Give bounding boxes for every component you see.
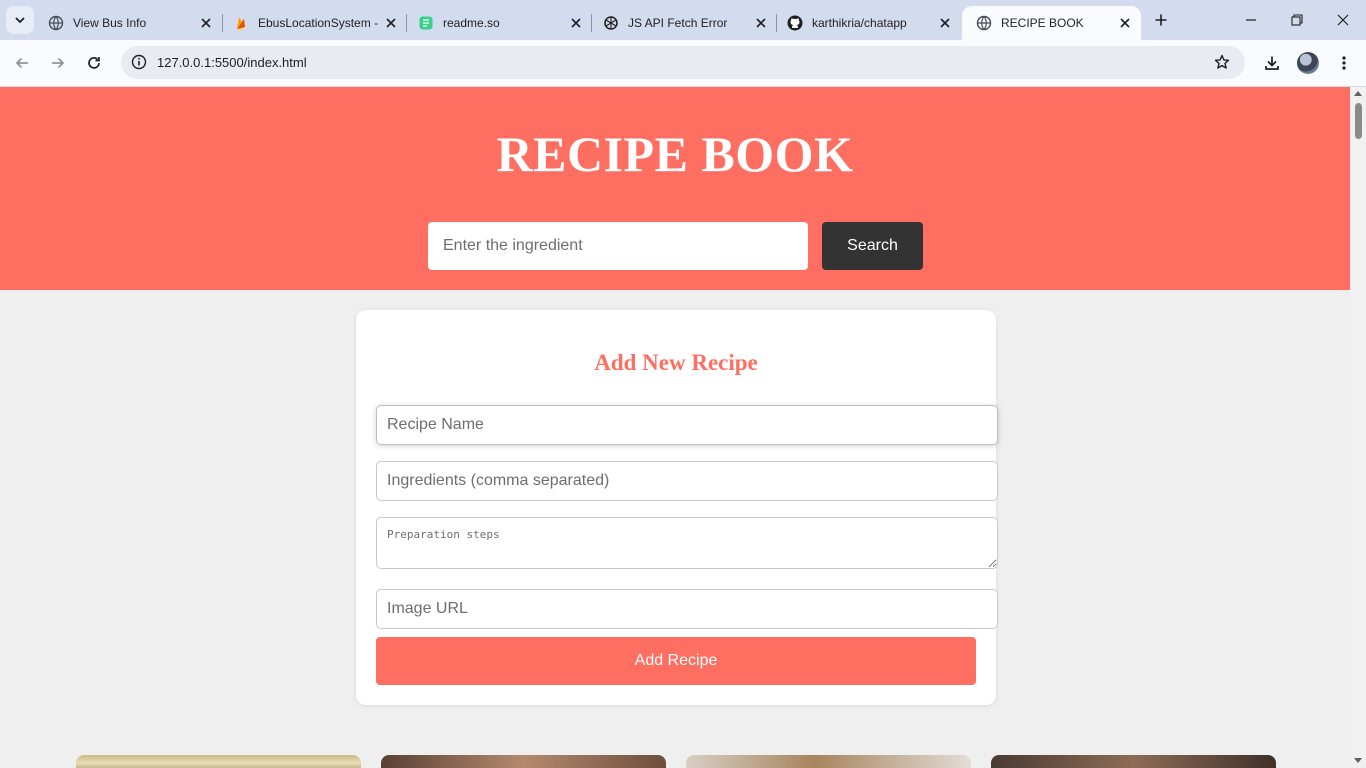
page-title: RECIPE BOOK xyxy=(496,126,854,182)
reload-button[interactable] xyxy=(81,50,107,76)
form-heading: Add New Recipe xyxy=(594,350,758,375)
scrollbar-thumb[interactable] xyxy=(1355,103,1362,139)
tab-title: karthikria/chatapp xyxy=(812,16,907,30)
tab-ebus-location-system[interactable]: EbusLocationSystem - xyxy=(219,6,407,40)
recipe-grid xyxy=(0,755,1350,768)
close-window-button[interactable] xyxy=(1320,0,1366,40)
recipe-card-image[interactable] xyxy=(381,755,666,768)
recipe-card-image[interactable] xyxy=(76,755,361,768)
close-icon[interactable] xyxy=(753,15,769,31)
page-header: RECIPE BOOK Search xyxy=(0,87,1350,290)
new-tab-button[interactable] xyxy=(1150,9,1172,31)
search-button[interactable]: Search xyxy=(822,222,923,270)
profile-avatar[interactable] xyxy=(1297,52,1319,74)
plus-icon xyxy=(1155,14,1167,26)
restore-button[interactable] xyxy=(1274,0,1320,40)
minimize-button[interactable] xyxy=(1228,0,1274,40)
tab-strip: View Bus Info EbusLocationSystem - readm… xyxy=(0,0,1366,40)
address-bar[interactable]: 127.0.0.1:5500/index.html xyxy=(121,46,1245,79)
github-icon xyxy=(787,15,803,31)
downloads-button[interactable] xyxy=(1259,50,1285,76)
firebase-icon xyxy=(233,15,249,31)
readme-icon xyxy=(418,15,434,31)
page-scrollbar[interactable] xyxy=(1350,87,1366,768)
tab-karthikria-chatapp[interactable]: karthikria/chatapp xyxy=(773,6,961,40)
tab-view-bus-info[interactable]: View Bus Info xyxy=(34,6,222,40)
tab-title: readme.so xyxy=(443,16,500,30)
restore-icon xyxy=(1291,14,1303,26)
close-icon[interactable] xyxy=(198,15,214,31)
minimize-icon xyxy=(1246,19,1256,21)
globe-icon xyxy=(976,15,992,31)
url-path: :5500/index.html xyxy=(211,55,307,70)
ingredients-input[interactable] xyxy=(376,461,998,501)
tab-search-button[interactable] xyxy=(6,6,34,34)
recipe-card-image[interactable] xyxy=(686,755,971,768)
tab-title: EbusLocationSystem - xyxy=(258,16,379,30)
tab-recipe-book[interactable]: RECIPE BOOK xyxy=(962,6,1141,40)
recipe-card-image[interactable] xyxy=(991,755,1276,768)
page-viewport: RECIPE BOOK Search Add New Recipe Add Re… xyxy=(0,87,1350,768)
tab-readme-so[interactable]: readme.so xyxy=(404,6,592,40)
forward-button[interactable] xyxy=(45,50,71,76)
arrow-left-icon xyxy=(15,57,28,69)
menu-button[interactable] xyxy=(1331,50,1357,76)
tab-title: RECIPE BOOK xyxy=(1001,16,1084,30)
url-text: 127.0.0.1:5500/index.html xyxy=(157,55,307,70)
back-button[interactable] xyxy=(9,50,35,76)
scroll-down-icon[interactable] xyxy=(1354,758,1362,763)
download-icon xyxy=(1265,56,1279,70)
preparation-steps-textarea[interactable] xyxy=(376,517,998,569)
close-icon[interactable] xyxy=(937,15,953,31)
reload-icon xyxy=(88,57,100,69)
close-icon[interactable] xyxy=(1117,15,1133,31)
url-host: 127.0.0.1 xyxy=(157,55,212,70)
openai-icon xyxy=(603,15,619,31)
tab-title: View Bus Info xyxy=(73,16,147,30)
tab-title: JS API Fetch Error xyxy=(628,16,728,30)
add-recipe-form: Add New Recipe Add Recipe xyxy=(356,310,998,705)
close-icon[interactable] xyxy=(383,15,399,31)
arrow-right-icon xyxy=(52,57,65,69)
add-recipe-button[interactable]: Add Recipe xyxy=(376,637,976,685)
close-icon xyxy=(1337,14,1349,26)
browser-toolbar: 127.0.0.1:5500/index.html xyxy=(0,40,1366,87)
bookmark-star-icon[interactable] xyxy=(1213,53,1231,71)
ingredient-search-input[interactable] xyxy=(428,222,808,270)
more-vert-icon xyxy=(1342,56,1346,70)
close-icon[interactable] xyxy=(568,15,584,31)
chevron-down-icon xyxy=(15,17,25,24)
scroll-up-icon[interactable] xyxy=(1354,91,1362,96)
image-url-input[interactable] xyxy=(376,589,998,629)
site-info-icon[interactable] xyxy=(129,52,149,72)
globe-icon xyxy=(48,15,64,31)
tab-js-api-fetch-error[interactable]: JS API Fetch Error xyxy=(589,6,777,40)
recipe-name-input[interactable] xyxy=(376,405,998,445)
